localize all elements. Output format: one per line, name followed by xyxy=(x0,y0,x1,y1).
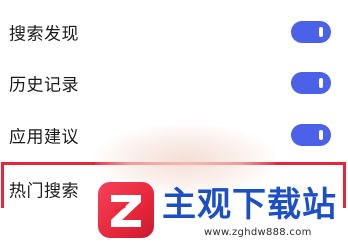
z-logo-icon xyxy=(98,182,154,238)
search-discovery-toggle[interactable] xyxy=(291,21,331,43)
app-suggestions-toggle[interactable] xyxy=(291,124,331,146)
setting-row-search-discovery[interactable]: 搜索发现 xyxy=(0,6,348,58)
history-toggle[interactable] xyxy=(291,72,331,94)
setting-label: 应用建议 xyxy=(9,127,79,148)
setting-label: 历史记录 xyxy=(9,75,79,96)
toggle-knob xyxy=(319,130,323,140)
toggle-knob xyxy=(319,27,323,37)
watermark: 主观下载站 www.zghdw888.com xyxy=(96,181,348,246)
watermark-title: 主观下载站 xyxy=(162,185,337,225)
setting-row-app-suggestions[interactable]: 应用建议 xyxy=(0,109,348,161)
toggle-knob xyxy=(319,78,323,88)
setting-row-history[interactable]: 历史记录 xyxy=(0,57,348,109)
setting-label: 搜索发现 xyxy=(9,24,79,45)
watermark-url: www.zghdw888.com xyxy=(204,227,312,238)
